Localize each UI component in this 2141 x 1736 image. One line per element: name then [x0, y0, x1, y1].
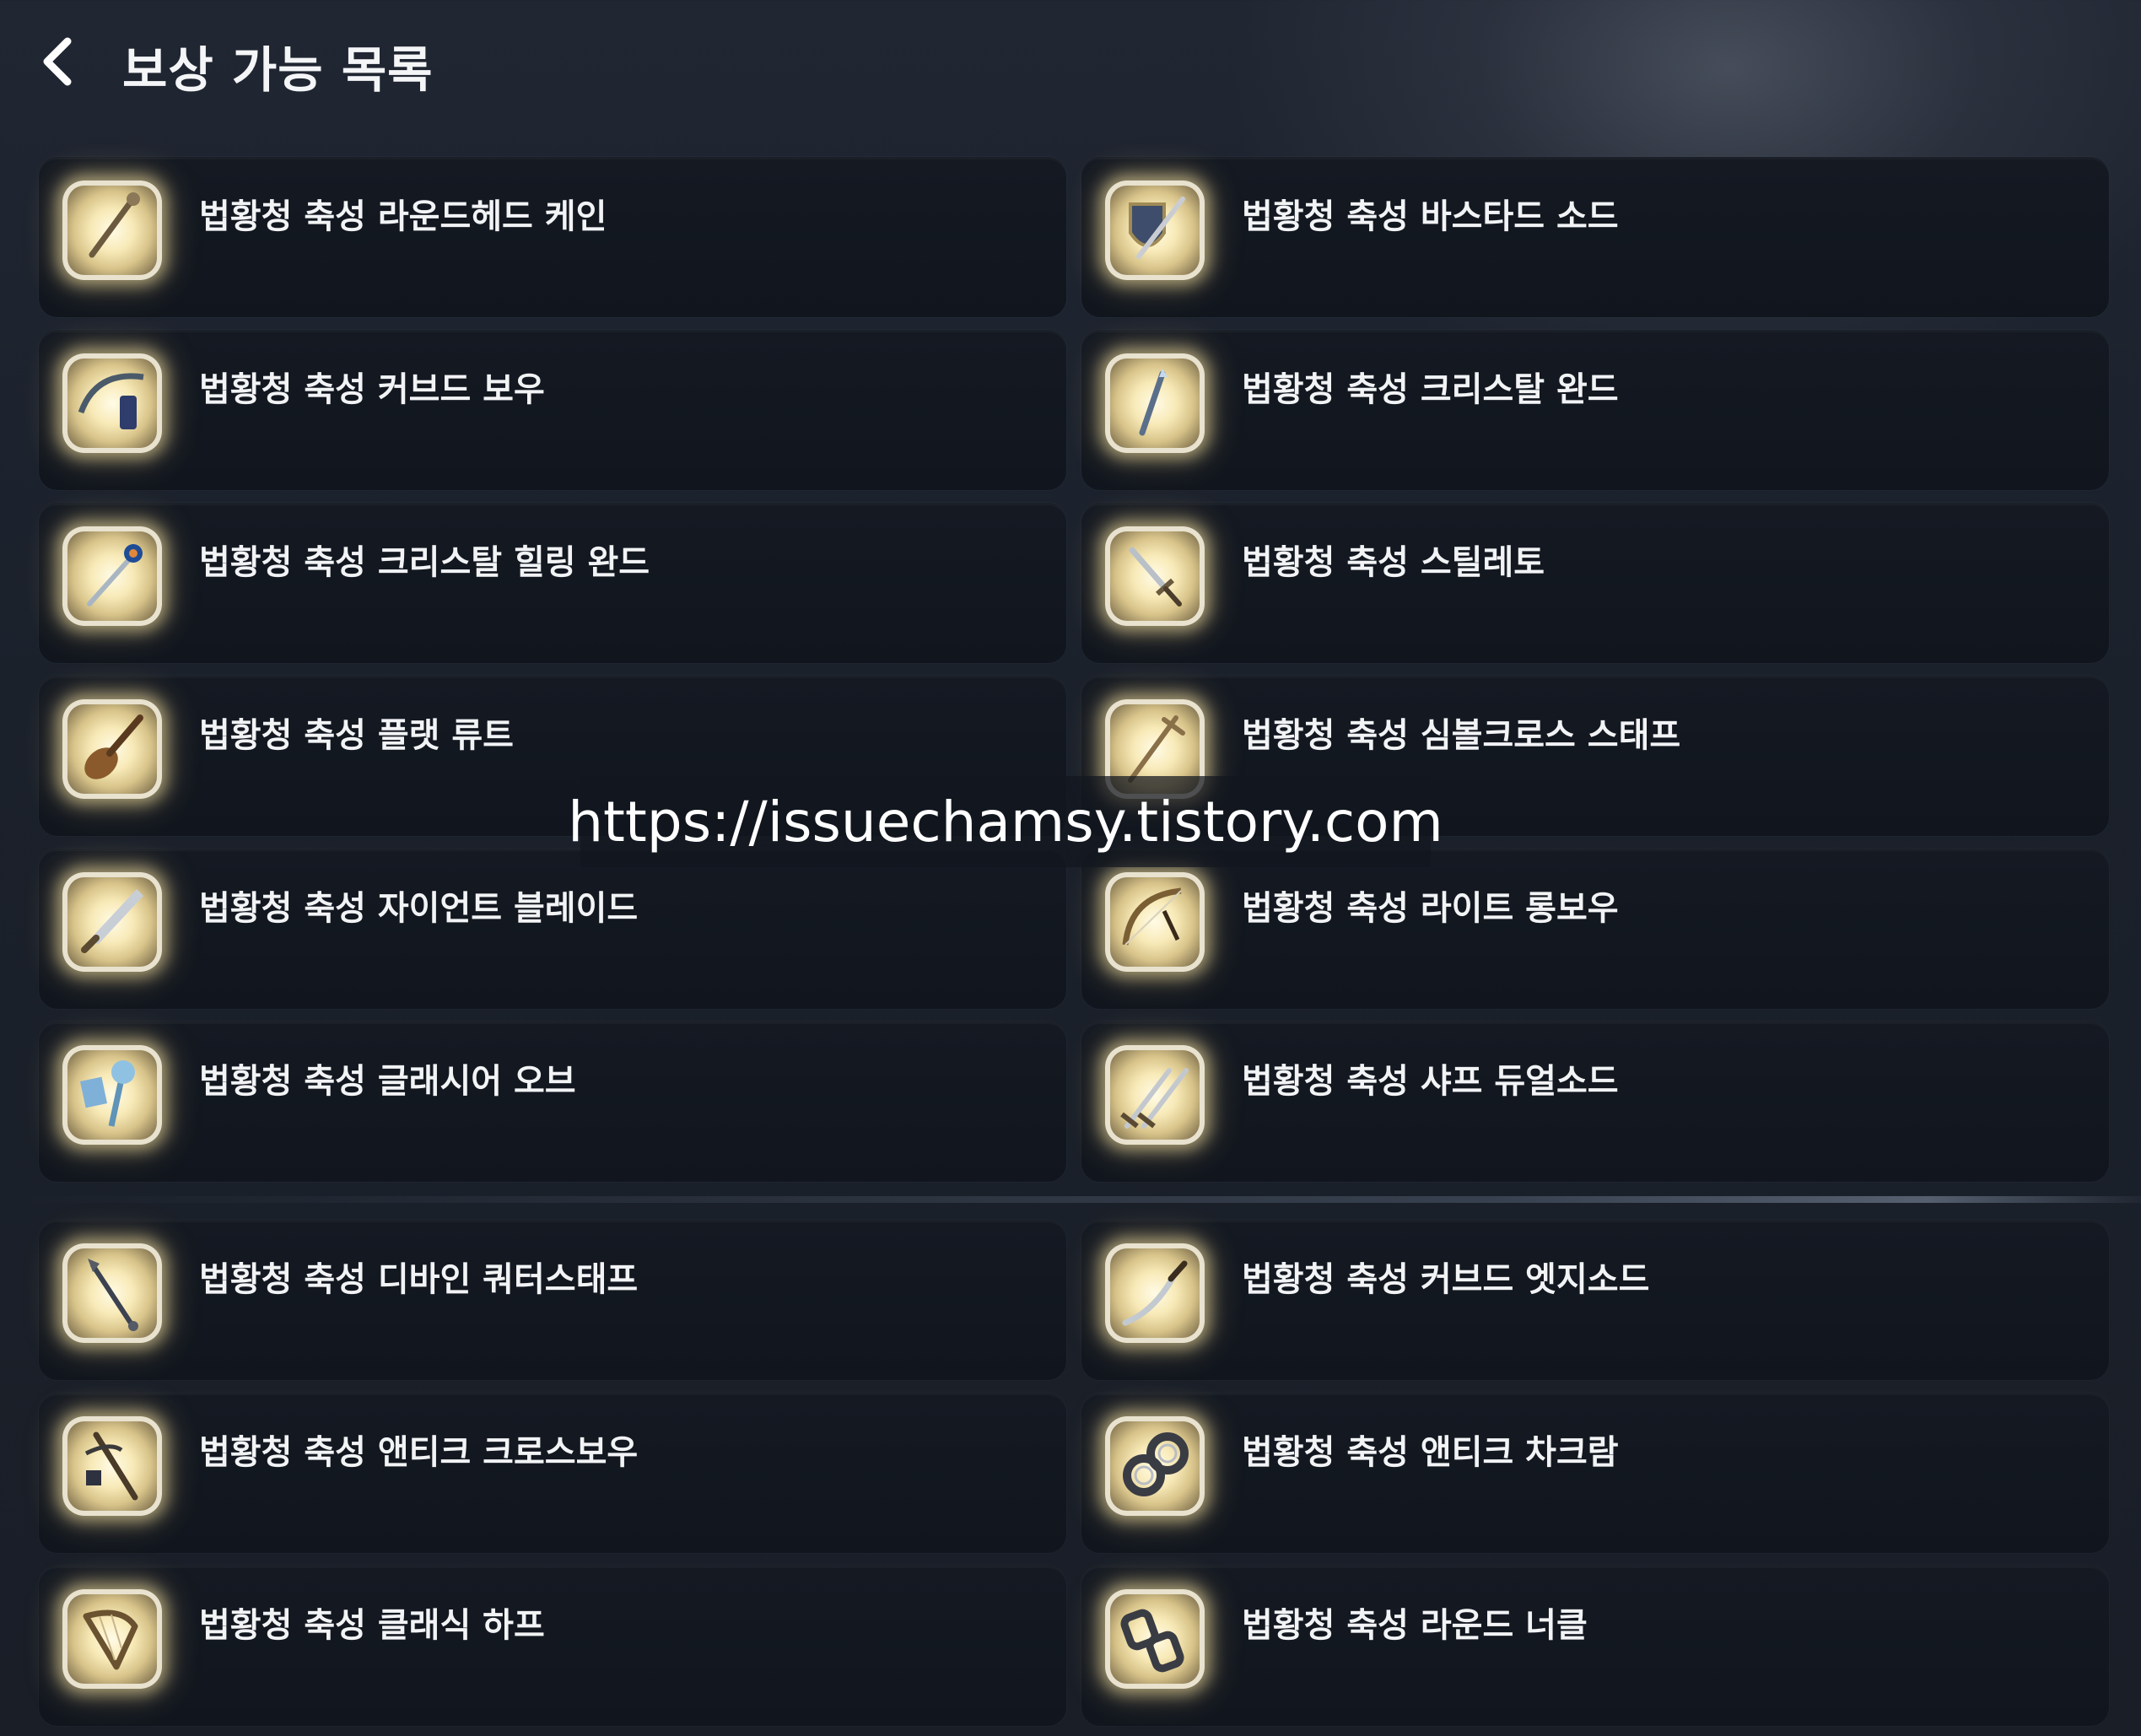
- curved-sword-icon: [1105, 1243, 1205, 1343]
- reward-item-card[interactable]: 법황청 축성 라이트 롱보우: [1081, 849, 2109, 1009]
- greatsword-icon: [62, 872, 162, 972]
- page-title: 보상 가능 목록: [122, 41, 434, 99]
- item-name: 법황청 축성 샤프 듀얼소드: [1242, 1062, 1619, 1101]
- bow-icon: [62, 353, 162, 453]
- reward-item-card[interactable]: 법황청 축성 라운드 너클: [1081, 1566, 2109, 1726]
- wand-icon: [1105, 353, 1205, 453]
- chakram-icon: [1105, 1416, 1205, 1516]
- lute-icon: [62, 699, 162, 799]
- watermark-url: https://issuechamsy.tistory.com: [568, 776, 1443, 867]
- crossbow-icon: [62, 1416, 162, 1516]
- reward-item-card[interactable]: 법황청 축성 바스타드 소드: [1081, 157, 2109, 317]
- item-name: 법황청 축성 심볼크로스 스태프: [1242, 716, 1681, 755]
- dual-swords-icon: [1105, 1045, 1205, 1145]
- reward-item-card[interactable]: 법황청 축성 글래시어 오브: [39, 1022, 1066, 1182]
- knuckle-icon: [1105, 1589, 1205, 1689]
- item-name: 법황청 축성 커브드 엣지소드: [1242, 1260, 1650, 1299]
- item-name: 법황청 축성 라운드헤드 케인: [199, 197, 607, 236]
- item-name: 법황청 축성 글래시어 오브: [199, 1062, 576, 1101]
- item-name: 법황청 축성 바스타드 소드: [1242, 197, 1619, 236]
- item-name: 법황청 축성 자이언트 블레이드: [199, 889, 639, 928]
- reward-item-card[interactable]: 법황청 축성 자이언트 블레이드: [39, 849, 1066, 1009]
- item-name: 법황청 축성 크리스탈 완드: [1242, 370, 1619, 409]
- reward-item-card[interactable]: 법황청 축성 샤프 듀얼소드: [1081, 1022, 2109, 1182]
- item-name: 법황청 축성 라이트 롱보우: [1242, 889, 1619, 928]
- chevron-left-icon: [43, 37, 72, 86]
- header: 보상 가능 목록: [0, 0, 2141, 127]
- reward-item-card[interactable]: 법황청 축성 라운드헤드 케인: [39, 157, 1066, 317]
- reward-list: 법황청 축성 라운드헤드 케인 법황청 축성 바스타드 소드 법황청 축성 커브…: [39, 157, 2109, 1182]
- item-name: 법황청 축성 클래식 하프: [199, 1606, 545, 1645]
- cane-icon: [62, 181, 162, 280]
- reward-item-card[interactable]: 법황청 축성 클래식 하프: [39, 1566, 1066, 1726]
- reward-item-card[interactable]: 법황청 축성 앤티크 차크람: [1081, 1393, 2109, 1553]
- item-name: 법황청 축성 플랫 류트: [199, 716, 514, 755]
- reward-item-card[interactable]: 법황청 축성 크리스탈 힐링 완드: [39, 503, 1066, 663]
- item-name: 법황청 축성 스틸레토: [1242, 543, 1545, 582]
- longbow-icon: [1105, 872, 1205, 972]
- reward-list-continued: 법황청 축성 디바인 쿼터스태프 법황청 축성 커브드 엣지소드 법황청 축성 …: [39, 1220, 2109, 1726]
- item-name: 법황청 축성 커브드 보우: [199, 370, 545, 409]
- reward-item-card[interactable]: 법황청 축성 커브드 엣지소드: [1081, 1220, 2109, 1380]
- orb-icon: [62, 1045, 162, 1145]
- shield-sword-icon: [1105, 181, 1205, 280]
- reward-item-card[interactable]: 법황청 축성 스틸레토: [1081, 503, 2109, 663]
- quarterstaff-icon: [62, 1243, 162, 1343]
- reward-item-card[interactable]: 법황청 축성 커브드 보우: [39, 330, 1066, 490]
- item-name: 법황청 축성 디바인 쿼터스태프: [199, 1260, 639, 1299]
- reward-item-card[interactable]: 법황청 축성 앤티크 크로스보우: [39, 1393, 1066, 1553]
- back-button[interactable]: [32, 32, 83, 91]
- dagger-icon: [1105, 526, 1205, 626]
- item-name: 법황청 축성 라운드 너클: [1242, 1606, 1588, 1645]
- item-name: 법황청 축성 앤티크 차크람: [1242, 1433, 1619, 1472]
- harp-icon: [62, 1589, 162, 1689]
- reward-item-card[interactable]: 법황청 축성 크리스탈 완드: [1081, 330, 2109, 490]
- item-name: 법황청 축성 크리스탈 힐링 완드: [199, 543, 650, 582]
- section-divider: [0, 1196, 2141, 1203]
- healing-wand-icon: [62, 526, 162, 626]
- item-name: 법황청 축성 앤티크 크로스보우: [199, 1433, 639, 1472]
- reward-item-card[interactable]: 법황청 축성 디바인 쿼터스태프: [39, 1220, 1066, 1380]
